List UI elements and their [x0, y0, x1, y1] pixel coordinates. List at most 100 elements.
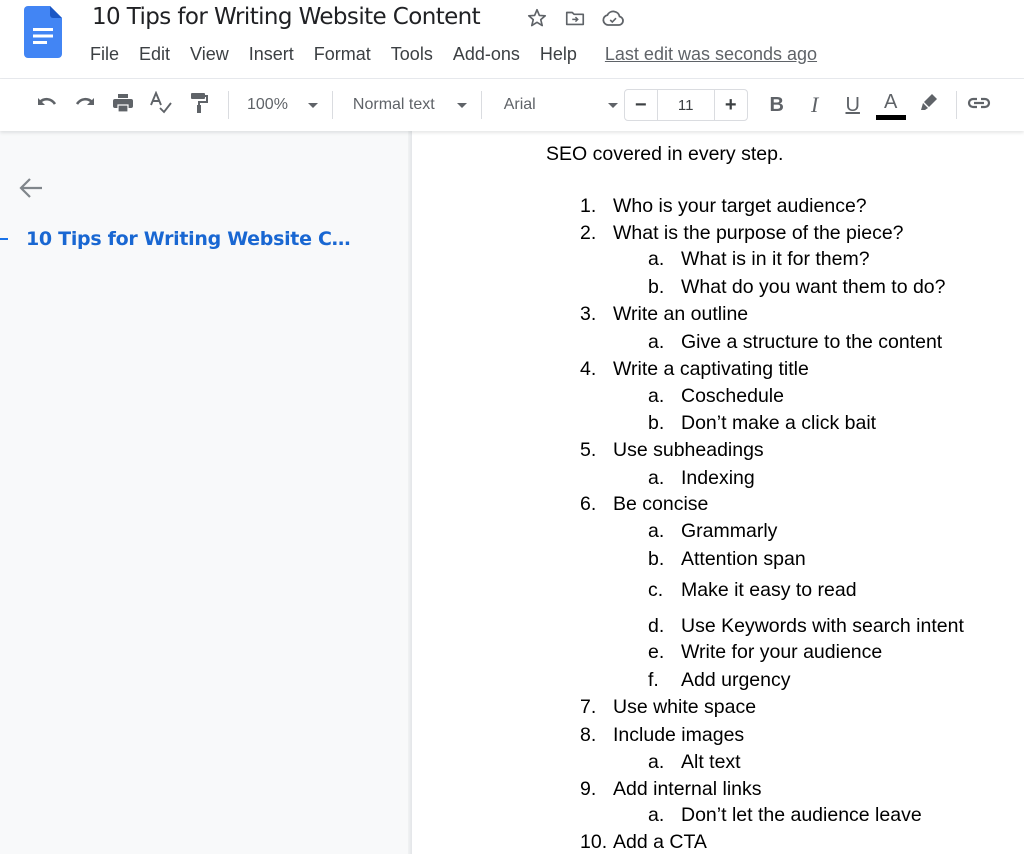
menu-help[interactable]: Help	[530, 42, 587, 67]
list-item-text: Include images	[613, 724, 745, 746]
sub-list-item-text: Write for your audience	[681, 641, 883, 663]
outline-item-heading[interactable]: 10 Tips for Writing Website C…	[0, 228, 351, 250]
font-size-input[interactable]: 11	[656, 90, 715, 120]
toolbar: 100% Normal text Arial − 11 + B I U A	[0, 79, 1024, 131]
toolbar-divider	[228, 91, 229, 119]
list-item-text: Use subheadings	[613, 439, 764, 461]
zoom-select[interactable]: 100%	[247, 90, 318, 120]
list-item-text: Be concise	[613, 493, 709, 515]
sub-list-item-letter: a.	[648, 467, 665, 489]
sub-list-item-letter: b.	[648, 412, 665, 434]
paint-format-icon	[189, 92, 209, 119]
sub-list-item-text: Coschedule	[681, 385, 784, 407]
paint-format-button[interactable]	[180, 90, 218, 120]
docs-logo-icon[interactable]	[24, 6, 62, 58]
outline-item-label: 10 Tips for Writing Website C…	[26, 228, 351, 250]
increase-font-size-button[interactable]: +	[715, 90, 747, 120]
sub-list-item-text: What do you want them to do?	[681, 276, 946, 298]
list-item-number: 10.	[580, 831, 608, 853]
sub-list-item-text: Alt text	[681, 751, 741, 773]
list-item-text: Write an outline	[613, 303, 749, 325]
sub-list-item-text: What is in it for them?	[681, 248, 870, 270]
document-page[interactable]: SEO covered in every step. 1. Who is your…	[412, 131, 1024, 854]
paragraph-style-select[interactable]: Normal text	[353, 90, 467, 120]
list-item-text: Add internal links	[613, 778, 762, 800]
intro-paragraph: SEO covered in every step.	[546, 143, 784, 165]
text-color-label: A	[884, 90, 898, 113]
menu-format[interactable]: Format	[304, 42, 381, 67]
text-color-swatch	[875, 114, 906, 120]
sub-list-item-letter: a.	[648, 520, 665, 542]
cloud-saved-icon[interactable]	[601, 6, 625, 30]
title-icons	[525, 6, 625, 30]
spellcheck-icon	[149, 90, 173, 120]
undo-button[interactable]	[28, 90, 66, 120]
decrease-font-size-button[interactable]: −	[625, 90, 657, 120]
sub-list-item-text: Indexing	[681, 467, 755, 489]
sub-list-item-text: Don’t make a click bait	[681, 412, 877, 434]
title-bar: 10 Tips for Writing Website Content File…	[0, 0, 1024, 79]
list-item-number: 7.	[580, 696, 597, 718]
font-size-control: − 11 +	[623, 89, 748, 121]
list-item-number: 6.	[580, 493, 597, 515]
print-icon	[112, 92, 134, 119]
spellcheck-button[interactable]	[142, 90, 180, 120]
close-outline-button[interactable]	[18, 176, 44, 205]
sub-list-item-text: Add urgency	[681, 669, 791, 691]
menu-file[interactable]: File	[80, 42, 129, 67]
list-item-text: What is the purpose of the piece?	[613, 222, 904, 244]
menu-insert[interactable]: Insert	[239, 42, 304, 67]
print-button[interactable]	[104, 90, 142, 120]
menu-add-ons[interactable]: Add-ons	[443, 42, 530, 67]
list-item-number: 9.	[580, 778, 597, 800]
italic-button[interactable]: I	[796, 90, 834, 120]
sub-list-item-text: Grammarly	[681, 520, 778, 542]
text-color-button[interactable]: A	[872, 86, 910, 124]
undo-icon	[35, 93, 59, 118]
list-item-text: Who is your target audience?	[613, 195, 867, 217]
sub-list-item-letter: f.	[648, 669, 659, 691]
list-item-number: 5.	[580, 439, 597, 461]
arrow-back-icon	[18, 178, 44, 204]
list-item-number: 1.	[580, 195, 597, 217]
sub-list-item-text: Use Keywords with search intent	[681, 615, 964, 637]
last-edit-link[interactable]: Last edit was seconds ago	[605, 44, 817, 65]
font-value: Arial	[503, 96, 536, 113]
chevron-down-icon	[456, 102, 467, 108]
sub-list-item-letter: a.	[648, 804, 665, 826]
menu-view[interactable]: View	[180, 42, 239, 67]
font-select[interactable]: Arial	[504, 90, 618, 120]
move-to-folder-icon[interactable]	[563, 6, 587, 30]
sub-list-item-text: Make it easy to read	[681, 579, 857, 601]
menu-edit[interactable]: Edit	[129, 42, 180, 67]
list-item-text: Use white space	[613, 696, 757, 718]
insert-link-button[interactable]	[967, 90, 997, 120]
sub-list-item-text: Attention span	[681, 548, 806, 570]
sub-list-item-letter: b.	[648, 276, 665, 298]
underline-button[interactable]: U	[834, 90, 872, 120]
list-item-number: 3.	[580, 303, 597, 325]
toolbar-divider	[480, 91, 482, 119]
list-item-number: 8.	[580, 724, 597, 746]
sub-list-item-letter: c.	[648, 579, 664, 601]
sub-list-item-letter: a.	[648, 248, 665, 270]
outline-active-indicator	[0, 238, 8, 240]
document-title[interactable]: 10 Tips for Writing Website Content	[92, 4, 481, 30]
menu-tools[interactable]: Tools	[381, 42, 443, 67]
list-item-number: 2.	[580, 222, 597, 244]
redo-button[interactable]	[66, 90, 104, 120]
sub-list-item-letter: d.	[648, 615, 665, 637]
star-icon[interactable]	[525, 6, 549, 30]
redo-icon	[73, 93, 97, 118]
highlight-button[interactable]	[910, 90, 948, 120]
sub-list-item-letter: e.	[648, 641, 665, 663]
bold-button[interactable]: B	[758, 90, 796, 120]
style-value: Normal text	[352, 96, 435, 113]
list-item-text: Write a captivating title	[613, 358, 809, 380]
toolbar-divider	[331, 91, 333, 119]
sub-list-item-letter: a.	[648, 751, 665, 773]
toolbar-divider	[955, 91, 957, 119]
zoom-value: 100%	[247, 96, 288, 113]
sub-list-item-text: Don’t let the audience leave	[681, 804, 922, 826]
menu-bar: File Edit View Insert Format Tools Add-o…	[80, 42, 817, 67]
